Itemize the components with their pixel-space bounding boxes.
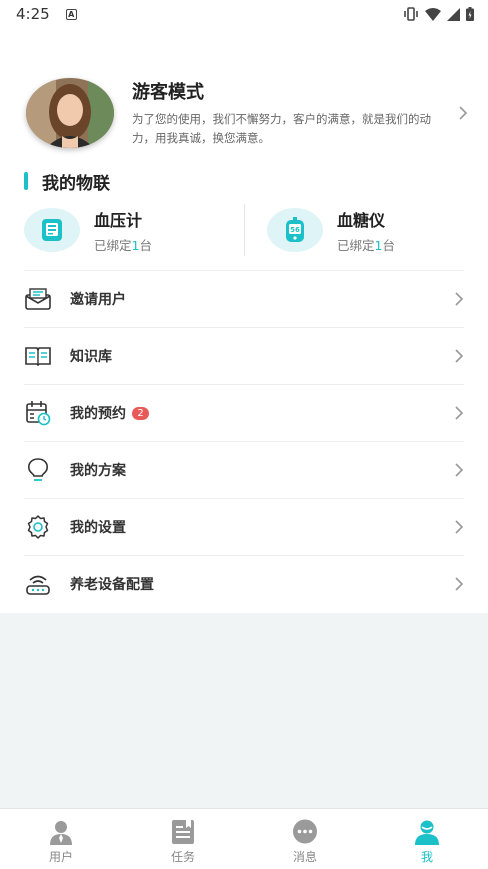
chevron-right-icon	[455, 292, 464, 306]
menu-list: 邀请用户 知识库 我的预约 2 我的方案 我的设置 养老设备配置	[24, 270, 464, 612]
menu-item-label: 邀请用户	[70, 292, 126, 308]
tab-messages[interactable]: 消息	[244, 809, 366, 869]
tab-users[interactable]: 用户	[0, 809, 122, 869]
tab-label: 用户	[48, 850, 73, 864]
blood-pressure-icon	[24, 208, 80, 252]
menu-item-label: 知识库	[70, 349, 112, 365]
chevron-right-icon	[455, 577, 464, 591]
lightbulb-icon	[24, 456, 52, 484]
chevron-right-icon	[455, 406, 464, 420]
invite-envelope-icon	[24, 285, 52, 313]
menu-item-label: 我的预约	[70, 406, 126, 422]
section-title-label: 我的物联	[42, 173, 110, 194]
user-icon	[48, 819, 74, 845]
router-icon	[24, 570, 52, 598]
menu-item-label: 我的方案	[70, 463, 126, 479]
signal-icon	[447, 7, 460, 21]
device-list: 血压计 已绑定1台 56 血糖仪 已绑定1台	[24, 204, 464, 256]
section-accent-bar	[24, 172, 28, 190]
profile-card[interactable]: 游客模式 为了您的使用，我们不懈努力，客户的满意，就是我们的动力，用我真诚，换您…	[26, 78, 472, 148]
tab-label: 我	[420, 850, 433, 864]
profile-name: 游客模式	[132, 82, 204, 103]
chevron-right-icon	[455, 520, 464, 534]
menu-item-knowledge-base[interactable]: 知识库	[24, 327, 464, 384]
notification-a-icon: A	[65, 8, 77, 20]
status-time: 4:25	[16, 5, 50, 23]
avatar[interactable]	[26, 78, 114, 148]
profile-description: 为了您的使用，我们不懈努力，客户的满意，就是我们的动力，用我真诚，换您满意。	[132, 112, 431, 145]
menu-item-label: 养老设备配置	[70, 577, 154, 593]
menu-item-my-settings[interactable]: 我的设置	[24, 498, 464, 555]
status-icons	[403, 7, 474, 21]
menu-item-my-plan[interactable]: 我的方案	[24, 441, 464, 498]
calendar-clock-icon	[24, 399, 52, 427]
menu-item-elderly-device-config[interactable]: 养老设备配置	[24, 555, 464, 612]
device-info: 血糖仪 已绑定1台	[337, 207, 395, 254]
device-glucose-meter[interactable]: 56 血糖仪 已绑定1台	[244, 204, 464, 256]
chevron-right-icon	[455, 463, 464, 477]
chevron-right-icon[interactable]	[458, 105, 468, 121]
menu-item-invite-users[interactable]: 邀请用户	[24, 270, 464, 327]
message-icon	[292, 819, 318, 845]
wifi-icon	[425, 7, 441, 21]
battery-icon	[466, 7, 474, 21]
profile-text: 游客模式 为了您的使用，我们不懈努力，客户的满意，就是我们的动力，用我真诚，换您…	[132, 78, 442, 148]
section-title-iot: 我的物联	[24, 170, 110, 194]
tab-label: 任务	[170, 850, 195, 864]
glucose-meter-icon: 56	[267, 208, 323, 252]
menu-item-label: 我的设置	[70, 520, 126, 536]
bottom-tab-bar: 用户 任务 消息 我	[0, 808, 488, 869]
device-name: 血糖仪	[337, 210, 386, 230]
device-info: 血压计 已绑定1台	[94, 207, 152, 254]
tab-label: 消息	[292, 850, 317, 864]
gear-icon	[24, 513, 52, 541]
menu-item-my-appointments[interactable]: 我的预约 2	[24, 384, 464, 441]
svg-text:56: 56	[290, 226, 300, 234]
vibrate-icon	[404, 7, 418, 21]
tab-me[interactable]: 我	[366, 809, 488, 869]
device-name: 血压计	[94, 210, 143, 230]
me-icon	[414, 819, 440, 845]
chevron-right-icon	[455, 349, 464, 363]
tab-tasks[interactable]: 任务	[122, 809, 244, 869]
appointment-count-badge: 2	[132, 406, 149, 420]
empty-background-area	[0, 613, 488, 808]
task-icon	[170, 819, 196, 845]
book-icon	[24, 342, 52, 370]
device-status: 已绑定1台	[337, 237, 395, 253]
status-bar: 4:25 A	[0, 0, 488, 28]
device-status: 已绑定1台	[94, 237, 152, 253]
device-blood-pressure[interactable]: 血压计 已绑定1台	[24, 204, 244, 256]
